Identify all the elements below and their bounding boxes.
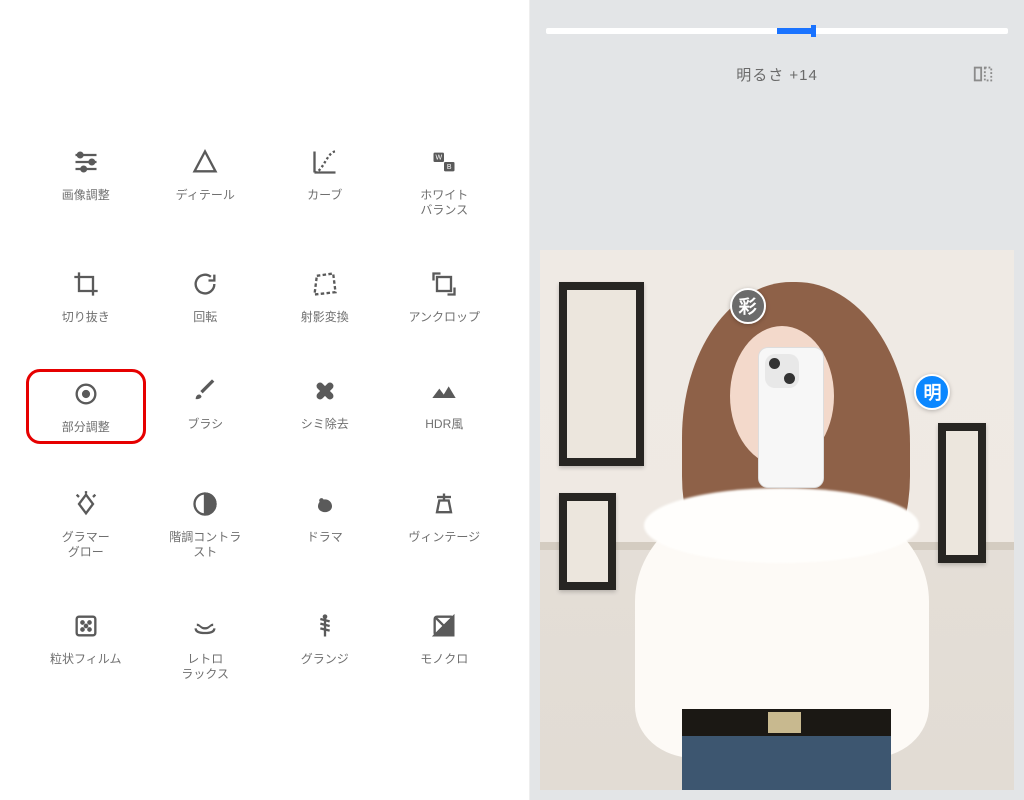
slider-thumb[interactable]: [811, 25, 816, 37]
retrolux-icon: [189, 610, 221, 642]
compare-icon: [972, 63, 994, 85]
tool-label: ブラシ: [187, 417, 223, 432]
adjust-slider[interactable]: 明るさ +14: [530, 0, 1024, 86]
tool-label: ディテール: [176, 188, 235, 203]
svg-text:B: B: [447, 164, 452, 171]
tool-label: 射影変換: [301, 310, 349, 325]
hdr-icon: [428, 375, 460, 407]
tool-expand[interactable]: アンクロップ: [385, 262, 505, 331]
grainy-film-icon: [70, 610, 102, 642]
tool-label: カーブ: [307, 188, 342, 203]
rotate-icon: [189, 268, 221, 300]
tool-grunge[interactable]: グランジ: [265, 604, 385, 688]
tool-label: 回転: [193, 310, 217, 325]
tool-drama[interactable]: ドラマ: [265, 482, 385, 566]
tool-rotate[interactable]: 回転: [146, 262, 266, 331]
glamour-glow-icon: [70, 488, 102, 520]
tool-details[interactable]: ディテール: [146, 140, 266, 224]
compare-button[interactable]: [970, 62, 996, 86]
perspective-icon: [309, 268, 341, 300]
slider-fill: [777, 28, 811, 34]
tool-label: 切り抜き: [62, 310, 110, 325]
tool-vintage[interactable]: ヴィンテージ: [385, 482, 505, 566]
selective-icon: [70, 378, 102, 410]
tool-retrolux[interactable]: レトロ ラックス: [146, 604, 266, 688]
bw-icon: [428, 610, 460, 642]
tool-perspective[interactable]: 射影変換: [265, 262, 385, 331]
tonal-contrast-icon: [189, 488, 221, 520]
expand-icon: [428, 268, 460, 300]
slider-value-label: 明るさ +14: [736, 64, 818, 85]
slider-track[interactable]: [546, 28, 1008, 34]
tune-icon: [70, 146, 102, 178]
tool-label: アンクロップ: [408, 310, 480, 325]
tool-label: 部分調整: [62, 420, 110, 435]
tool-label: グラマー グロー: [62, 530, 110, 560]
tool-bw[interactable]: モノクロ: [385, 604, 505, 688]
vintage-icon: [428, 488, 460, 520]
tool-crop[interactable]: 切り抜き: [26, 262, 146, 331]
tool-healing[interactable]: シミ除去: [265, 369, 385, 444]
tool-label: HDR風: [425, 417, 463, 432]
tool-tune[interactable]: 画像調整: [26, 140, 146, 224]
svg-text:W: W: [436, 155, 443, 162]
tool-label: グランジ: [301, 652, 349, 667]
tool-selective[interactable]: 部分調整: [26, 369, 146, 444]
tool-label: ドラマ: [307, 530, 343, 545]
tool-grid: 画像調整 ディテール カーブ WB ホワイト バランス: [20, 140, 510, 688]
app-root: 画像調整 ディテール カーブ WB ホワイト バランス: [0, 0, 1024, 800]
preview-scene: [540, 250, 1014, 790]
control-point-saturation[interactable]: 彩: [730, 288, 766, 324]
editor-panel: 明るさ +14: [530, 0, 1024, 800]
tool-label: レトロ ラックス: [181, 652, 229, 682]
grunge-icon: [309, 610, 341, 642]
curves-icon: [309, 146, 341, 178]
tool-grainy-film[interactable]: 粒状フィルム: [26, 604, 146, 688]
brush-icon: [189, 375, 221, 407]
drama-icon: [309, 488, 341, 520]
tool-label: 画像調整: [62, 188, 110, 203]
white-balance-icon: WB: [428, 146, 460, 178]
tool-label: 階調コントラ スト: [169, 530, 241, 560]
image-preview[interactable]: 彩 明: [540, 250, 1014, 790]
tool-glamour-glow[interactable]: グラマー グロー: [26, 482, 146, 566]
tool-label: モノクロ: [420, 652, 468, 667]
control-point-glyph: 明: [923, 379, 941, 405]
healing-icon: [309, 375, 341, 407]
tools-panel: 画像調整 ディテール カーブ WB ホワイト バランス: [0, 0, 530, 800]
tool-hdr[interactable]: HDR風: [385, 369, 505, 444]
tool-label: シミ除去: [301, 417, 349, 432]
tool-label: 粒状フィルム: [50, 652, 122, 667]
tool-brush[interactable]: ブラシ: [146, 369, 266, 444]
tool-tonal-contrast[interactable]: 階調コントラ スト: [146, 482, 266, 566]
crop-icon: [70, 268, 102, 300]
tool-white-balance[interactable]: WB ホワイト バランス: [385, 140, 505, 224]
tool-label: ホワイト バランス: [420, 188, 468, 218]
tool-curves[interactable]: カーブ: [265, 140, 385, 224]
control-point-glyph: 彩: [739, 293, 757, 319]
details-icon: [189, 146, 221, 178]
tool-label: ヴィンテージ: [408, 530, 480, 545]
